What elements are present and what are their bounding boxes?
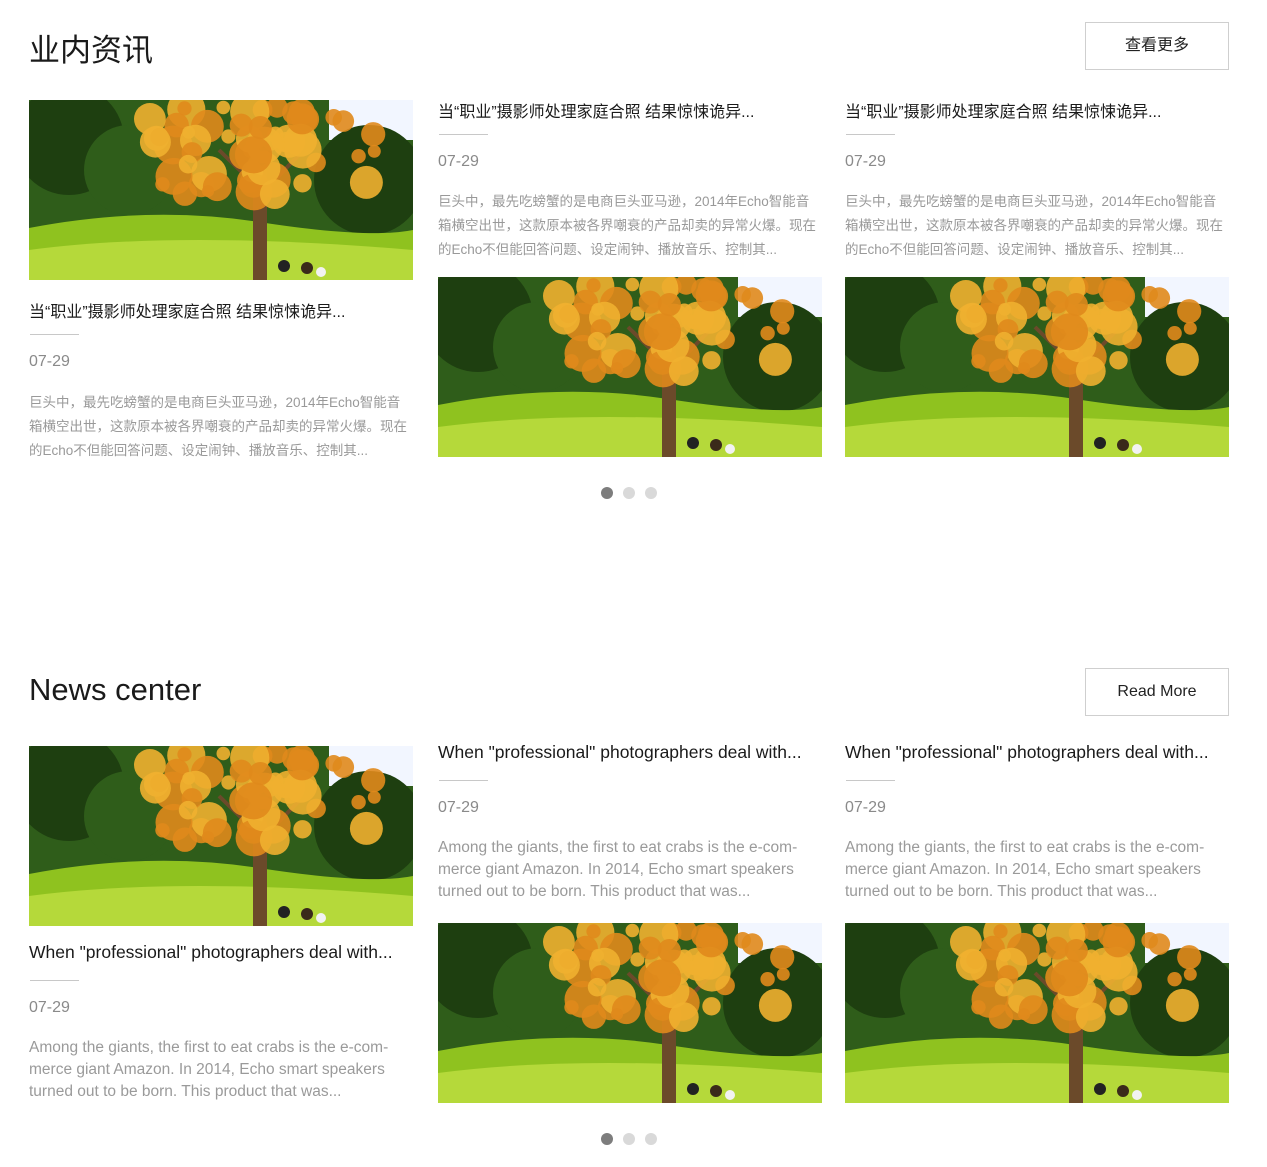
card-title[interactable]: When "professional" photographers deal w… bbox=[845, 742, 1229, 763]
news-photo[interactable] bbox=[29, 746, 413, 926]
divider bbox=[30, 980, 79, 981]
section-title: 业内资讯 bbox=[29, 33, 153, 68]
divider bbox=[439, 780, 488, 781]
pagination-dot-2[interactable] bbox=[623, 1133, 635, 1145]
pagination-dot-1[interactable] bbox=[601, 1133, 613, 1145]
divider bbox=[30, 334, 79, 335]
section-title: News center bbox=[29, 672, 202, 707]
pagination-dot-2[interactable] bbox=[623, 487, 635, 499]
card-description: Among the giants, the first to eat crabs… bbox=[438, 839, 798, 900]
news-card[interactable]: 当“职业”摄影师处理家庭合照 结果惊悚诡异... 07-29 巨头中，最先吃螃蟹… bbox=[29, 100, 413, 480]
card-title[interactable]: When "professional" photographers deal w… bbox=[29, 942, 413, 963]
news-card[interactable]: 当“职业”摄影师处理家庭合照 结果惊悚诡异... 07-29 巨头中，最先吃螃蟹… bbox=[845, 100, 1229, 457]
card-date: 07-29 bbox=[29, 353, 70, 370]
section-industry-news: 业内资讯 查看更多 当“职业”摄影师处理家庭合照 结果惊悚诡异... 07-29… bbox=[0, 0, 1267, 520]
card-date: 07-29 bbox=[438, 799, 479, 816]
card-description: Among the giants, the first to eat crabs… bbox=[29, 1039, 389, 1100]
read-more-button[interactable]: Read More bbox=[1085, 668, 1229, 716]
card-date: 07-29 bbox=[438, 153, 479, 170]
card-date: 07-29 bbox=[845, 799, 886, 816]
news-photo[interactable] bbox=[438, 277, 822, 457]
card-description: Among the giants, the first to eat crabs… bbox=[845, 839, 1205, 900]
pagination-dot-3[interactable] bbox=[645, 1133, 657, 1145]
news-card[interactable]: When "professional" photographers deal w… bbox=[845, 742, 1229, 1103]
news-card[interactable]: 当“职业”摄影师处理家庭合照 结果惊悚诡异... 07-29 巨头中，最先吃螃蟹… bbox=[438, 100, 822, 457]
news-card[interactable]: When "professional" photographers deal w… bbox=[29, 746, 413, 1126]
card-title[interactable]: 当“职业”摄影师处理家庭合照 结果惊悚诡异... bbox=[438, 98, 822, 122]
section-news-center: News center Read More When "professional… bbox=[0, 646, 1267, 1166]
card-title[interactable]: When "professional" photographers deal w… bbox=[438, 742, 822, 763]
news-photo[interactable] bbox=[845, 277, 1229, 457]
divider bbox=[846, 134, 895, 135]
news-photo[interactable] bbox=[845, 923, 1229, 1103]
card-description: 巨头中，最先吃螃蟹的是电商巨头亚马逊，2014年Echo智能音箱横空出世，这款原… bbox=[29, 395, 407, 458]
card-title[interactable]: 当“职业”摄影师处理家庭合照 结果惊悚诡异... bbox=[29, 298, 413, 322]
news-photo[interactable] bbox=[29, 100, 413, 280]
news-photo[interactable] bbox=[438, 923, 822, 1103]
pagination-dot-1[interactable] bbox=[601, 487, 613, 499]
card-date: 07-29 bbox=[845, 153, 886, 170]
card-title[interactable]: 当“职业”摄影师处理家庭合照 结果惊悚诡异... bbox=[845, 98, 1229, 122]
card-date: 07-29 bbox=[29, 999, 70, 1016]
pagination-dot-3[interactable] bbox=[645, 487, 657, 499]
divider bbox=[439, 134, 488, 135]
card-description: 巨头中，最先吃螃蟹的是电商巨头亚马逊，2014年Echo智能音箱横空出世，这款原… bbox=[438, 194, 816, 257]
view-more-button[interactable]: 查看更多 bbox=[1085, 22, 1229, 70]
divider bbox=[846, 780, 895, 781]
card-description: 巨头中，最先吃螃蟹的是电商巨头亚马逊，2014年Echo智能音箱横空出世，这款原… bbox=[845, 194, 1223, 257]
news-card[interactable]: When "professional" photographers deal w… bbox=[438, 742, 822, 1103]
